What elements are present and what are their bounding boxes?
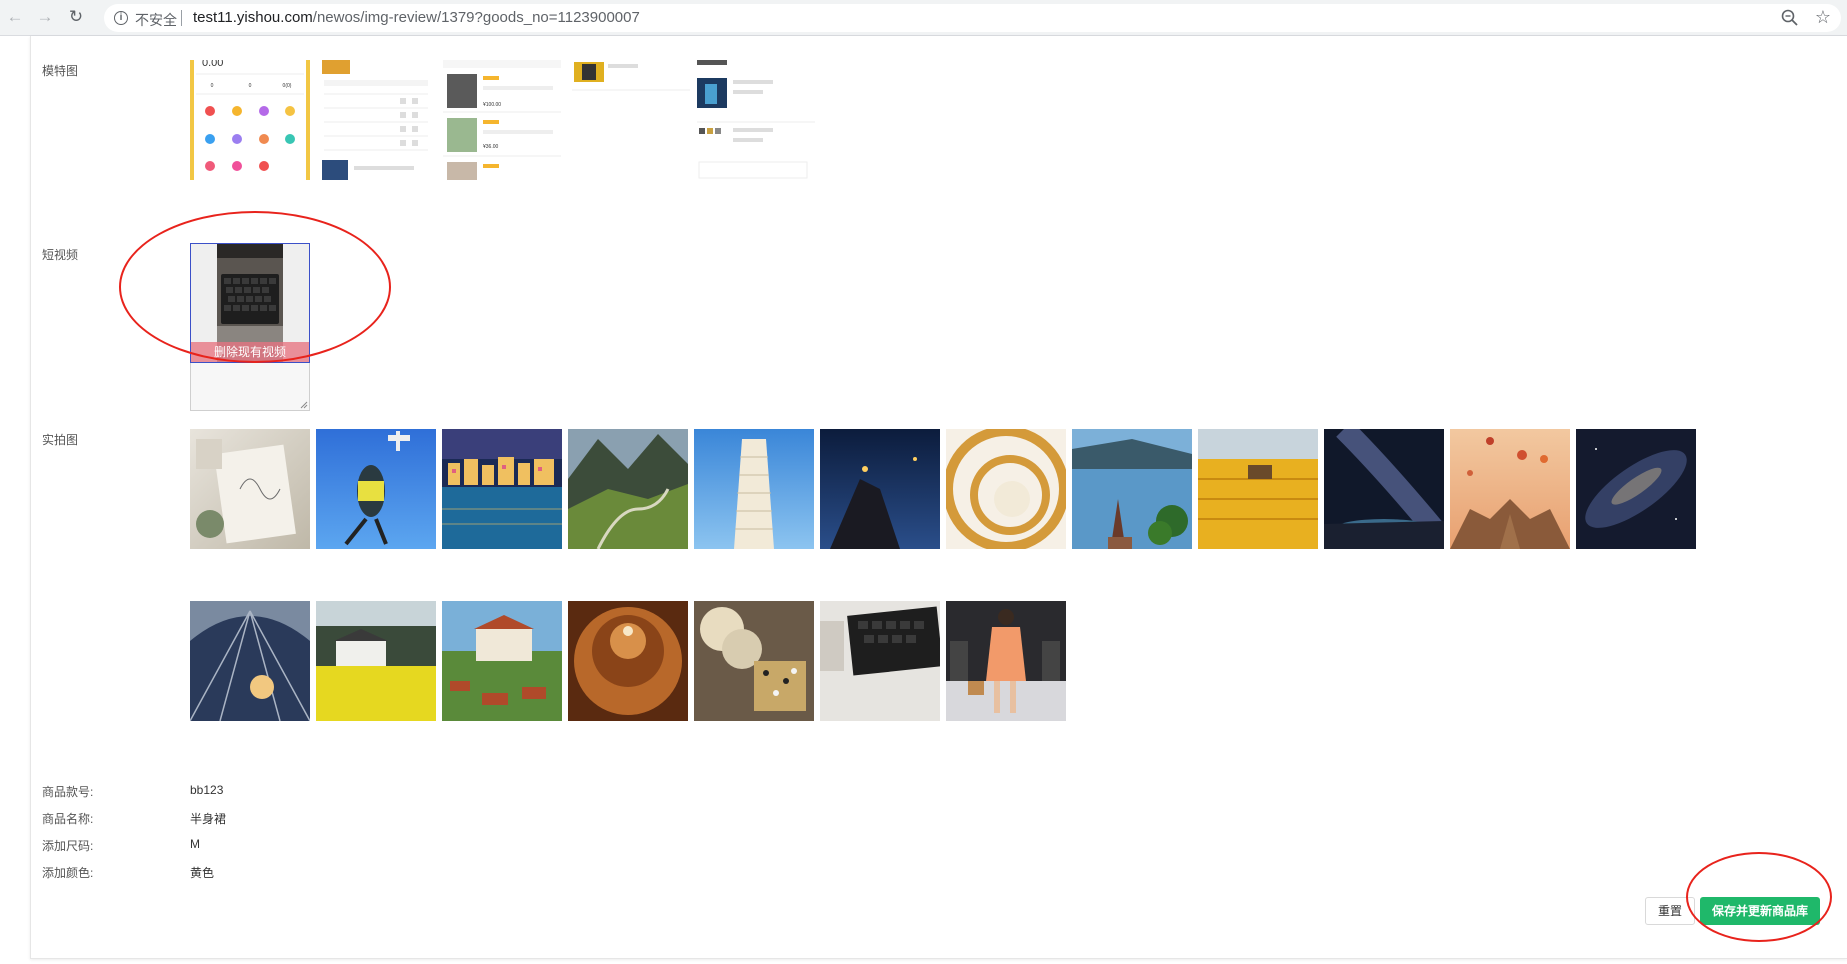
real-photo-19[interactable] <box>946 601 1066 721</box>
real-photo-17[interactable] <box>694 601 814 721</box>
model-images-label: 模特图 <box>42 64 79 78</box>
delete-video-button[interactable]: 删除现有视频 <box>191 342 309 362</box>
zoom-icon[interactable] <box>1779 7 1801 29</box>
model-image-1[interactable]: 0.00 0 0 0(0) <box>190 60 310 180</box>
real-photo-4[interactable] <box>568 429 688 549</box>
real-photo-3[interactable] <box>442 429 562 549</box>
size-label: 添加尺码: <box>42 839 94 853</box>
real-photo-5[interactable] <box>694 429 814 549</box>
url-host: test11.yishou.com <box>193 9 313 26</box>
shot1-stat-2: 0 <box>249 83 252 89</box>
url-text[interactable]: test11.yishou.com/newos/img-review/1379?… <box>193 9 640 26</box>
info-icon[interactable]: i <box>114 11 128 25</box>
color-value: 黄色 <box>190 866 215 880</box>
real-photo-6[interactable] <box>820 429 940 549</box>
goods-name-label: 商品名称: <box>42 812 94 826</box>
size-value: M <box>190 837 200 851</box>
real-photo-10[interactable] <box>1324 429 1444 549</box>
forward-arrow-icon[interactable]: → <box>34 6 56 28</box>
real-photo-11[interactable] <box>1450 429 1570 549</box>
real-photo-7[interactable] <box>946 429 1066 549</box>
resize-grip-icon[interactable] <box>300 401 308 409</box>
goods-no-value: bb123 <box>190 783 224 797</box>
back-arrow-icon[interactable]: ← <box>4 6 26 28</box>
video-upload-area[interactable] <box>190 363 310 411</box>
shot3-price-1: ¥100.00 <box>483 102 501 108</box>
real-photo-12[interactable] <box>1576 429 1696 549</box>
star-icon[interactable]: ☆ <box>1815 6 1831 28</box>
omnibox-divider <box>181 10 182 26</box>
short-video-thumbnail[interactable]: 删除现有视频 <box>190 243 310 363</box>
real-photo-18[interactable] <box>820 601 940 721</box>
real-photo-14[interactable] <box>316 601 436 721</box>
security-label: 不安全 <box>135 12 177 28</box>
color-label: 添加颜色: <box>42 866 94 880</box>
goods-no-label: 商品款号: <box>42 785 94 799</box>
real-photos-label: 实拍图 <box>42 433 79 447</box>
shot1-price: 0.00 <box>202 60 223 69</box>
reload-icon[interactable]: ↻ <box>65 6 87 28</box>
url-path: /newos/img-review/1379?goods_no=11239000… <box>312 9 640 26</box>
real-photo-13[interactable] <box>190 601 310 721</box>
real-photo-1[interactable] <box>190 429 310 549</box>
model-image-5[interactable] <box>697 60 815 180</box>
shot1-stat-1: 0 <box>211 83 214 89</box>
save-update-button[interactable]: 保存并更新商品库 <box>1700 897 1820 925</box>
goods-name-value: 半身裙 <box>190 812 227 826</box>
real-photo-16[interactable] <box>568 601 688 721</box>
shot1-stat-3: 0(0) <box>283 83 292 89</box>
real-photo-8[interactable] <box>1072 429 1192 549</box>
browser-toolbar: ← → ↻ i 不安全 test11.yishou.com/newos/img-… <box>0 0 1847 36</box>
real-photo-9[interactable] <box>1198 429 1318 549</box>
shot3-price-2: ¥36.00 <box>483 144 499 150</box>
real-photo-15[interactable] <box>442 601 562 721</box>
address-bar[interactable]: i 不安全 test11.yishou.com/newos/img-review… <box>104 4 1841 32</box>
real-photo-2[interactable] <box>316 429 436 549</box>
model-image-3[interactable]: ¥100.00 ¥36.00 <box>443 60 561 180</box>
reset-button[interactable]: 重置 <box>1645 897 1695 925</box>
model-image-2[interactable] <box>320 60 432 180</box>
short-video-label: 短视频 <box>42 248 79 262</box>
model-image-4[interactable] <box>572 60 690 180</box>
